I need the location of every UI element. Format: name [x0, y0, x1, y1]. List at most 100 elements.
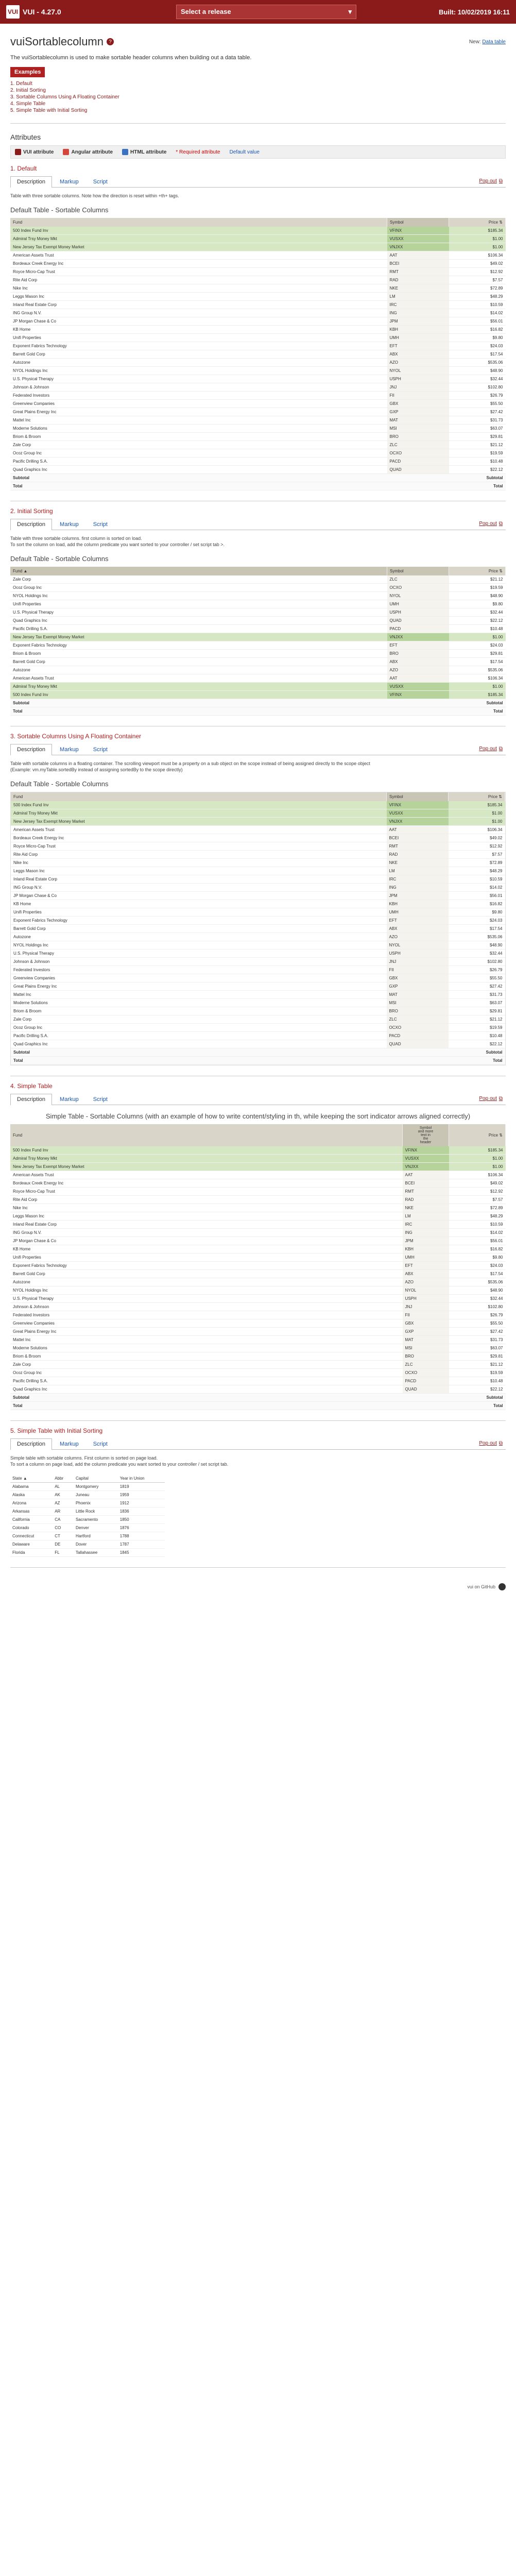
price-column-header[interactable]: Price ⇅	[449, 567, 506, 575]
tab-markup[interactable]: Markup	[53, 519, 85, 530]
tab-script[interactable]: Script	[87, 1438, 114, 1449]
table-row[interactable]: NYOL Holdings Inc NYOL $48.90	[11, 941, 505, 950]
table-row[interactable]: Ocoz Group Inc OCXO $19.59	[10, 583, 506, 592]
table-row[interactable]: Quad Graphics Inc QUAD $22.12	[11, 1040, 505, 1048]
table-row[interactable]: Unifi Properties UMH $9.80	[10, 600, 506, 608]
table-row[interactable]: New Jersey Tax Exempt Money Market VNJXX $…	[11, 817, 505, 826]
table-row[interactable]: Nike Inc NKE $72.89	[10, 1204, 506, 1212]
states-column-header[interactable]: Abbr	[53, 1475, 74, 1483]
table-row[interactable]: Nike Inc NKE $72.89	[10, 284, 506, 293]
table-row[interactable]: Briom & Broom BRO $29.81	[11, 1007, 505, 1015]
tab-description[interactable]: Description	[10, 519, 53, 530]
table-row[interactable]: Pacific Drilling S.A. PACD $10.48	[10, 624, 506, 633]
table-row[interactable]: Florida FL Tallahassee 1845	[10, 1548, 165, 1557]
table-row[interactable]: Colorado CO Denver 1876	[10, 1523, 165, 1532]
table-row[interactable]: Alabama AL Montgomery 1819	[10, 1482, 165, 1491]
table-row[interactable]: Mattel Inc MAT $31.73	[11, 990, 505, 999]
example-link[interactable]: 1. Default	[10, 80, 506, 87]
table-row[interactable]: Royce Micro-Cap Trust RMT $12.92	[10, 267, 506, 276]
table-row[interactable]: Alaska AK Juneau 1959	[10, 1490, 165, 1499]
table-row[interactable]: American Assets Trust AAT $106.34	[10, 251, 506, 260]
table-row[interactable]: Leggs Mason Inc LM $48.29	[10, 292, 506, 301]
table-row[interactable]: Exponent Fabrics Technology EFT $24.03	[10, 342, 506, 350]
table-row[interactable]: U.S. Physical Therapy USPH $32.44	[10, 375, 506, 383]
logo[interactable]: VUI VUI - 4.27.0	[6, 5, 176, 19]
table-row[interactable]: Rite Aid Corp RAD $7.57	[10, 276, 506, 284]
table-row[interactable]: NYOL Holdings Inc NYOL $48.90	[10, 1286, 506, 1295]
table-row[interactable]: Exponent Fabrics Technology EFT $24.03	[11, 916, 505, 925]
table-row[interactable]: Autozone AZO $535.06	[10, 358, 506, 367]
pop-out-link[interactable]: Pop out ⧉	[479, 178, 503, 184]
table-row[interactable]: Zale Corp ZLC $21.12	[10, 440, 506, 449]
table-row[interactable]: Ocoz Group Inc OCXO $19.59	[11, 1023, 505, 1032]
table-row[interactable]: 500 Index Fund Inv VFINX $185.34	[11, 801, 505, 809]
help-icon[interactable]: ?	[106, 38, 114, 45]
symbol-column-header[interactable]: Symbol	[387, 567, 449, 575]
table-row[interactable]: Admiral Trsy Money Mkt VUSXX $1.00	[11, 809, 505, 818]
table-row[interactable]: Briom & Broom BRO $29.81	[10, 1352, 506, 1361]
table-row[interactable]: American Assets Trust AAT $106.34	[10, 1171, 506, 1179]
fund-column-header[interactable]: Fund	[10, 1124, 403, 1146]
table-row[interactable]: Great Plains Energy Inc GXP $27.42	[10, 408, 506, 416]
table-row[interactable]: Quad Graphics Inc QUAD $22.12	[10, 616, 506, 625]
table-row[interactable]: Unifi Properties UMH $9.80	[10, 333, 506, 342]
table-row[interactable]: JP Morgan Chase & Co JPM $56.01	[10, 1236, 506, 1245]
table-row[interactable]: ING Group N.V. ING $14.02	[10, 1228, 506, 1237]
table-row[interactable]: 500 Index Fund Inv VFINX $185.34	[10, 690, 506, 699]
table-row[interactable]: Bordeaux Creek Energy Inc BCEI $49.02	[11, 834, 505, 842]
table-row[interactable]: Barrett Gold Corp ABX $17.54	[11, 924, 505, 933]
table-row[interactable]: Rite Aid Corp RAD $7.57	[11, 850, 505, 859]
table-row[interactable]: Zale Corp ZLC $21.12	[11, 1015, 505, 1024]
states-column-header[interactable]: Capital	[73, 1475, 118, 1483]
table-row[interactable]: Bordeaux Creek Energy Inc BCEI $49.02	[10, 259, 506, 268]
table-row[interactable]: Great Plains Energy Inc GXP $27.42	[10, 1327, 506, 1336]
table-row[interactable]: Ocoz Group Inc OCXO $19.59	[10, 449, 506, 457]
table-row[interactable]: KB Home KBH $16.82	[10, 1245, 506, 1253]
example-link[interactable]: 5. Simple Table with Initial Sorting	[10, 107, 506, 114]
table-row[interactable]: Quad Graphics Inc QUAD $22.12	[10, 1385, 506, 1394]
tab-script[interactable]: Script	[87, 519, 114, 530]
table-row[interactable]: New Jersey Tax Exempt Money Market VNJXX $…	[10, 633, 506, 641]
table-row[interactable]: Unifi Properties UMH $9.80	[10, 1253, 506, 1262]
table-row[interactable]: American Assets Trust AAT $106.34	[10, 674, 506, 683]
table-row[interactable]: U.S. Physical Therapy USPH $32.44	[11, 949, 505, 958]
table-row[interactable]: Moderne Solutions MSI $63.07	[11, 998, 505, 1007]
table-row[interactable]: Moderne Solutions MSI $63.07	[10, 1344, 506, 1352]
table-row[interactable]: JP Morgan Chase & Co JPM $56.01	[10, 317, 506, 326]
table-row[interactable]: Exponent Fabrics Technology EFT $24.03	[10, 641, 506, 650]
price-column-header[interactable]: Price ⇅	[449, 1124, 506, 1146]
floating-container[interactable]: Fund Symbol Price ⇅ 500 Index Fund Inv VFINX…	[10, 792, 506, 1065]
table-row[interactable]: New Jersey Tax Exempt Money Market VNJXX $…	[10, 243, 506, 251]
table-row[interactable]: New Jersey Tax Exempt Money Market VNJXX $…	[10, 1162, 506, 1171]
states-column-header[interactable]: Year in Union	[117, 1475, 165, 1483]
table-row[interactable]: Pacific Drilling S.A. PACD $10.48	[10, 1377, 506, 1385]
tab-markup[interactable]: Markup	[53, 744, 85, 755]
table-row[interactable]: Barrett Gold Corp ABX $17.54	[10, 1269, 506, 1278]
table-row[interactable]: Arizona AZ Phoenix 1912	[10, 1499, 165, 1507]
table-row[interactable]: Admiral Trsy Money Mkt VUSXX $1.00	[10, 682, 506, 691]
table-row[interactable]: Johnson & Johnson JNJ $102.80	[10, 1302, 506, 1311]
table-row[interactable]: Arkansas AR Little Rock 1836	[10, 1507, 165, 1516]
tab-script[interactable]: Script	[87, 744, 114, 755]
table-row[interactable]: ING Group N.V. ING $14.02	[10, 309, 506, 317]
table-row[interactable]: JP Morgan Chase & Co JPM $56.01	[11, 891, 505, 900]
pop-out-link[interactable]: Pop out ⧉	[479, 1096, 503, 1101]
table-row[interactable]: Moderne Solutions MSI $63.07	[10, 424, 506, 433]
table-row[interactable]: Nike Inc NKE $72.89	[11, 858, 505, 867]
example-link[interactable]: 2. Initial Sorting	[10, 87, 506, 94]
table-row[interactable]: Autozone AZO $535.06	[10, 666, 506, 674]
table-row[interactable]: Leggs Mason Inc LM $48.29	[10, 1212, 506, 1221]
table-row[interactable]: Pacific Drilling S.A. PACD $10.48	[11, 1031, 505, 1040]
pop-out-link[interactable]: Pop out ⧉	[479, 521, 503, 527]
table-row[interactable]: Royce Micro-Cap Trust RMT $12.92	[11, 842, 505, 851]
table-row[interactable]: Leggs Mason Inc LM $48.29	[11, 867, 505, 875]
table-row[interactable]: Mattel Inc MAT $31.73	[10, 416, 506, 425]
table-row[interactable]: California CA Sacramento 1850	[10, 1515, 165, 1524]
table-row[interactable]: Federated Investors FII $26.79	[10, 391, 506, 400]
table-row[interactable]: Barrett Gold Corp ABX $17.54	[10, 350, 506, 359]
table-row[interactable]: Inland Real Estate Corp IRC $10.59	[10, 300, 506, 309]
table-row[interactable]: Bordeaux Creek Energy Inc BCEI $49.02	[10, 1179, 506, 1188]
states-column-header[interactable]: State ▲	[10, 1475, 53, 1483]
table-row[interactable]: ING Group N.V. ING $14.02	[11, 883, 505, 892]
tab-description[interactable]: Description	[10, 1094, 53, 1105]
